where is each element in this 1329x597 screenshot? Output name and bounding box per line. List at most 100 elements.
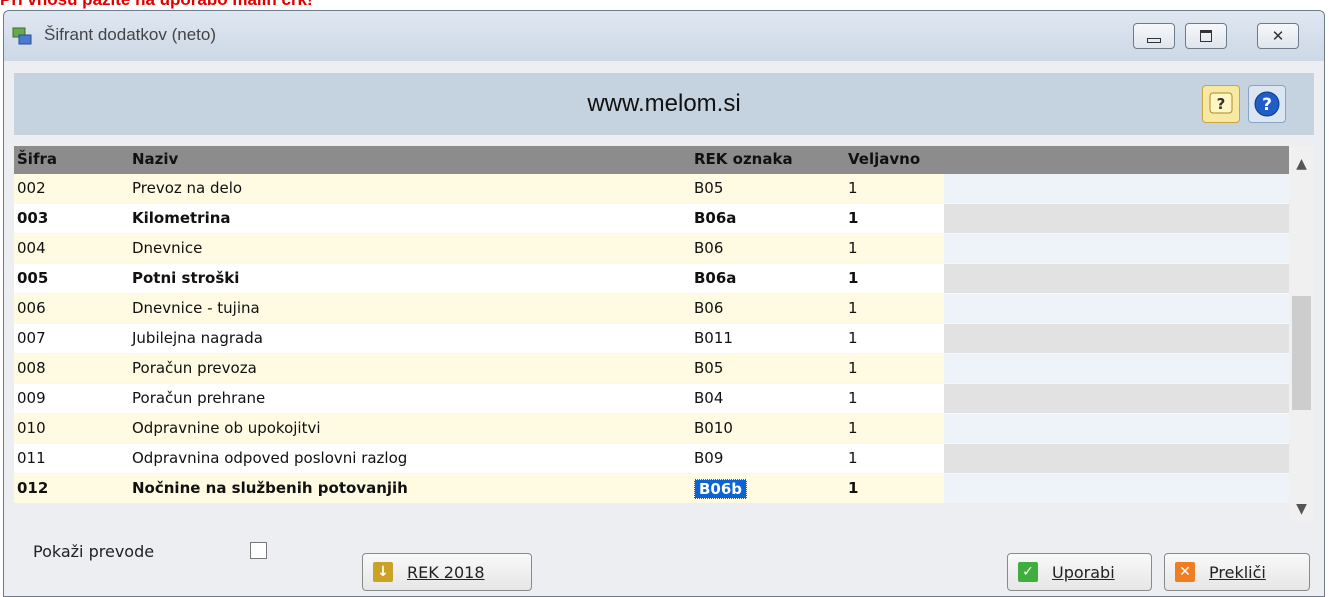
cell-name[interactable]: Poračun prevoza	[132, 359, 257, 377]
question-mark-icon: ?	[1209, 92, 1233, 114]
cell-valid[interactable]: 1	[848, 209, 858, 227]
maximize-icon	[1200, 30, 1212, 42]
apply-button[interactable]: ✓ Uporabi	[1007, 553, 1152, 591]
table-row[interactable]: 008 Poračun prevoza B05 1	[14, 354, 1289, 383]
cell-rek[interactable]: B04	[694, 389, 723, 407]
cell-valid[interactable]: 1	[848, 449, 858, 467]
table-row[interactable]: 011 Odpravnina odpoved poslovni razlog B09…	[14, 444, 1289, 473]
cell-valid[interactable]: 1	[848, 479, 858, 497]
minimize-button[interactable]	[1133, 23, 1175, 49]
data-grid: Šifra Naziv REK oznaka Veljavno 002 Prevo…	[14, 146, 1289, 503]
cell-rek[interactable]: B06b	[694, 479, 748, 499]
cell-valid[interactable]: 1	[848, 179, 858, 197]
column-header-rek[interactable]: REK oznaka	[694, 150, 793, 168]
row-filler	[944, 264, 1289, 293]
close-icon: ✕	[1271, 27, 1285, 45]
cell-name[interactable]: Dnevnice	[132, 239, 202, 257]
table-row[interactable]: 007 Jubilejna nagrada B011 1	[14, 324, 1289, 353]
cell-rek[interactable]: B011	[694, 329, 733, 347]
cell-rek[interactable]: B010	[694, 419, 733, 437]
scroll-thumb[interactable]	[1292, 296, 1311, 410]
show-translations-label: Pokaži prevode	[33, 542, 155, 561]
warning-banner: Pri vnosu pazite na uporabo malih črk!	[0, 0, 313, 10]
apply-button-label: Uporabi	[1052, 562, 1115, 582]
table-row[interactable]: 009 Poračun prehrane B04 1	[14, 384, 1289, 413]
cell-code[interactable]: 003	[17, 209, 48, 227]
table-row[interactable]: 003 Kilometrina B06a 1	[14, 204, 1289, 233]
cell-rek[interactable]: B06	[694, 239, 723, 257]
cell-valid[interactable]: 1	[848, 359, 858, 377]
cell-code[interactable]: 005	[17, 269, 48, 287]
cell-code[interactable]: 012	[17, 479, 48, 497]
table-row[interactable]: 010 Odpravnine ob upokojitvi B010 1	[14, 414, 1289, 443]
cell-valid[interactable]: 1	[848, 419, 858, 437]
cell-valid[interactable]: 1	[848, 389, 858, 407]
row-filler	[944, 324, 1289, 353]
cell-name[interactable]: Dnevnice - tujina	[132, 299, 260, 317]
row-filler	[944, 234, 1289, 263]
header-title: www.melom.si	[587, 90, 741, 117]
vertical-scrollbar[interactable]: ▲ ▼	[1289, 146, 1314, 521]
title-bar[interactable]: Šifrant dodatkov (neto) ✕	[4, 11, 1324, 61]
cell-code[interactable]: 004	[17, 239, 46, 257]
svg-text:?: ?	[1217, 95, 1226, 113]
table-row[interactable]: 002 Prevoz na delo B05 1	[14, 174, 1289, 203]
table-row[interactable]: 006 Dnevnice - tujina B06 1	[14, 294, 1289, 323]
row-filler	[944, 444, 1289, 473]
download-arrow-icon: ↓	[373, 562, 393, 582]
header-panel: www.melom.si ? ?	[14, 73, 1314, 135]
cell-code[interactable]: 011	[17, 449, 46, 467]
cell-code[interactable]: 007	[17, 329, 46, 347]
cell-valid[interactable]: 1	[848, 239, 858, 257]
table-row[interactable]: 012 Nočnine na službenih potovanjih B06b 1	[14, 474, 1289, 503]
row-filler	[944, 474, 1289, 503]
scroll-up-icon[interactable]: ▲	[1289, 156, 1314, 172]
row-filler	[944, 384, 1289, 413]
dialog-window: Šifrant dodatkov (neto) ✕ www.melom.si ?…	[3, 10, 1325, 597]
column-header-code[interactable]: Šifra	[17, 150, 57, 168]
cell-name[interactable]: Potni stroški	[132, 269, 239, 287]
cell-rek[interactable]: B06	[694, 299, 723, 317]
column-header-name[interactable]: Naziv	[132, 150, 178, 168]
help-button[interactable]: ?	[1248, 85, 1286, 123]
cell-rek[interactable]: B09	[694, 449, 723, 467]
cancel-button[interactable]: ✕ Prekliči	[1164, 553, 1310, 591]
cell-rek[interactable]: B06a	[694, 269, 736, 287]
hint-button[interactable]: ?	[1202, 85, 1240, 123]
cell-name[interactable]: Kilometrina	[132, 209, 231, 227]
cell-name[interactable]: Poračun prehrane	[132, 389, 265, 407]
table-row[interactable]: 004 Dnevnice B06 1	[14, 234, 1289, 263]
table-row[interactable]: 005 Potni stroški B06a 1	[14, 264, 1289, 293]
cell-code[interactable]: 006	[17, 299, 46, 317]
row-filler	[944, 354, 1289, 383]
cancel-button-label: Prekliči	[1209, 562, 1266, 582]
row-filler	[944, 174, 1289, 203]
cell-rek[interactable]: B05	[694, 179, 723, 197]
cell-code[interactable]: 009	[17, 389, 46, 407]
maximize-button[interactable]	[1185, 23, 1227, 49]
cell-name[interactable]: Odpravnina odpoved poslovni razlog	[132, 449, 407, 467]
cell-valid[interactable]: 1	[848, 329, 858, 347]
window-title: Šifrant dodatkov (neto)	[44, 25, 216, 44]
app-icon	[12, 27, 32, 45]
row-filler	[944, 294, 1289, 323]
column-header-valid[interactable]: Veljavno	[848, 150, 920, 168]
close-button[interactable]: ✕	[1257, 23, 1299, 49]
cell-valid[interactable]: 1	[848, 299, 858, 317]
cell-name[interactable]: Odpravnine ob upokojitvi	[132, 419, 321, 437]
cell-valid[interactable]: 1	[848, 269, 858, 287]
scroll-down-icon[interactable]: ▼	[1289, 501, 1314, 517]
cell-name[interactable]: Nočnine na službenih potovanjih	[132, 479, 408, 497]
cell-rek[interactable]: B05	[694, 359, 723, 377]
cell-name[interactable]: Prevoz na delo	[132, 179, 242, 197]
row-filler	[944, 414, 1289, 443]
cell-code[interactable]: 002	[17, 179, 46, 197]
cell-name[interactable]: Jubilejna nagrada	[132, 329, 263, 347]
cell-code[interactable]: 010	[17, 419, 46, 437]
x-icon: ✕	[1175, 562, 1195, 582]
cell-code[interactable]: 008	[17, 359, 46, 377]
cell-rek[interactable]: B06a	[694, 209, 736, 227]
grid-header: Šifra Naziv REK oznaka Veljavno	[14, 146, 1289, 174]
rek-2018-button[interactable]: ↓ REK 2018	[362, 553, 532, 591]
show-translations-checkbox[interactable]	[250, 542, 267, 559]
